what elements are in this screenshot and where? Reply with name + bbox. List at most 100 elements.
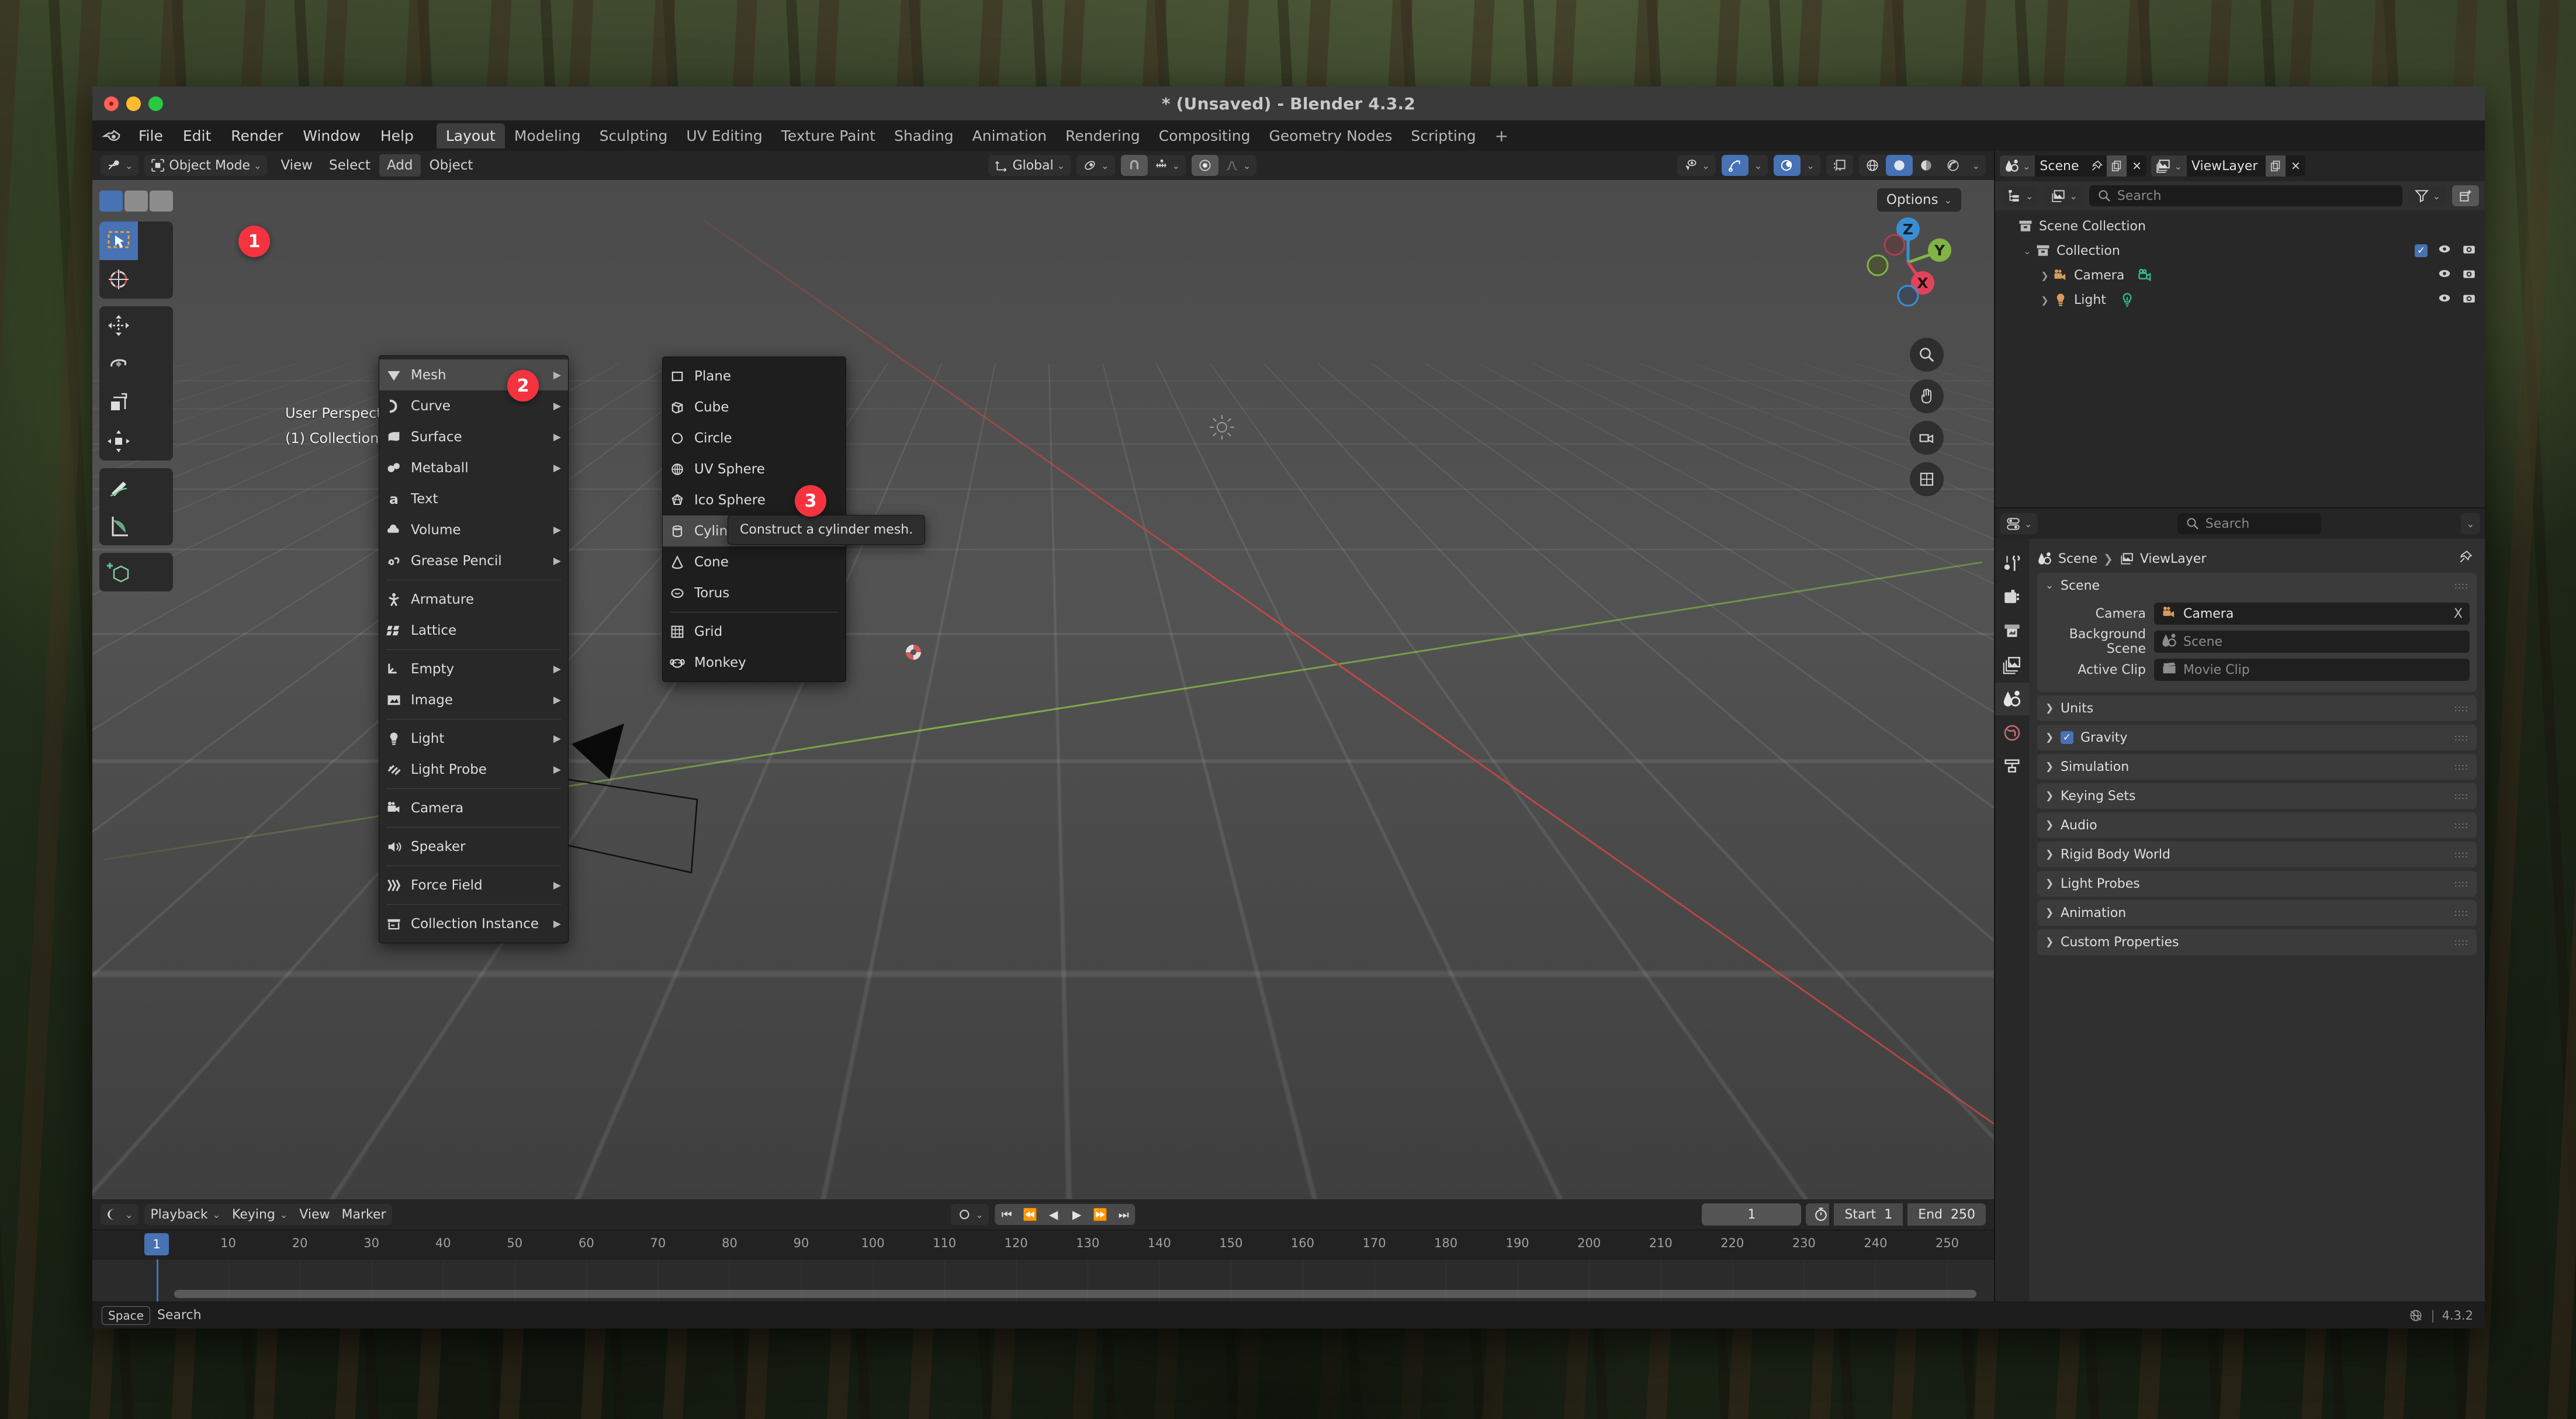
interaction-mode-dropdown[interactable]: Object Mode ⌄	[144, 155, 268, 176]
mesh-menu-uv-sphere-item[interactable]: UV Sphere	[663, 454, 846, 484]
expand-toggle-icon[interactable]: ❯	[2037, 295, 2052, 306]
tab-view-layer[interactable]	[1995, 649, 2029, 681]
outliner-exclude-checkbox[interactable]: ✓	[2415, 244, 2428, 257]
workspace-tab-geometry-nodes[interactable]: Geometry Nodes	[1260, 123, 1402, 148]
mesh-menu-torus-item[interactable]: Torus	[663, 577, 846, 608]
viewport-menu-select[interactable]: Select	[321, 154, 378, 176]
mesh-menu-cube-item[interactable]: Cube	[663, 392, 846, 423]
prop-field-background-scene[interactable]: Scene	[2154, 631, 2470, 653]
prop-field-camera[interactable]: Camera X	[2154, 603, 2470, 625]
scene-selector[interactable]: ⌄ Scene ✕	[2000, 155, 2147, 176]
zoom-view-button[interactable]	[1910, 338, 1944, 372]
new-viewlayer-button[interactable]	[2266, 155, 2286, 176]
prop-field-active-clip[interactable]: Movie Clip	[2154, 659, 2470, 681]
outliner-display-mode-dropdown[interactable]: ⌄	[2001, 185, 2040, 206]
workspace-tab-texture-paint[interactable]: Texture Paint	[772, 123, 885, 148]
add-menu-light-probe-item[interactable]: Light Probe ▶	[379, 754, 568, 785]
breadcrumb-viewlayer[interactable]: ViewLayer	[2140, 552, 2207, 566]
topbar-menu-edit[interactable]: Edit	[173, 124, 221, 148]
add-cube-tool-button[interactable]	[99, 553, 138, 591]
tab-scene[interactable]	[1995, 683, 2029, 715]
viewport-menu-view[interactable]: View	[273, 154, 320, 176]
breadcrumb-scene[interactable]: Scene	[2058, 552, 2097, 566]
outliner-disable-in-renders-toggle[interactable]	[2461, 266, 2477, 285]
snap-toggle-button[interactable]	[1120, 155, 1148, 176]
panel-header[interactable]: ❯ Animation::::	[2037, 900, 2477, 926]
annotate-tool-button[interactable]	[99, 468, 138, 507]
next-keyframe-button[interactable]: ⏩	[1089, 1204, 1112, 1225]
mesh-menu-plane-item[interactable]: Plane	[663, 361, 846, 392]
xray-toggle-button[interactable]	[1826, 155, 1853, 176]
tab-world[interactable]	[1995, 717, 2029, 749]
current-frame-field[interactable]: 1	[1702, 1203, 1802, 1226]
panel-header[interactable]: ❯ Units::::	[2037, 695, 2477, 721]
tab-tool[interactable]	[1995, 547, 2029, 580]
rendered-shading-button[interactable]	[1939, 155, 1966, 176]
timeline-menu-view[interactable]: View	[293, 1204, 335, 1225]
topbar-menu-window[interactable]: Window	[293, 124, 371, 148]
timeline-menu-keying[interactable]: Keying ⌄	[226, 1204, 293, 1225]
outliner-search-input[interactable]: Search	[2089, 185, 2402, 206]
timeline-editor-type-button[interactable]: ⌄	[101, 1204, 139, 1225]
add-menu-camera-item[interactable]: Camera	[379, 792, 568, 823]
workspace-tab-rendering[interactable]: Rendering	[1056, 123, 1149, 148]
cursor-tool-button[interactable]	[99, 260, 138, 299]
snap-settings-dropdown[interactable]: ⌄	[1147, 155, 1186, 176]
timeline-track-area[interactable]	[92, 1259, 1994, 1302]
add-menu-volume-item[interactable]: Volume ▶	[379, 514, 568, 545]
viewlayer-icon-button[interactable]: ⌄	[2151, 155, 2187, 176]
measure-tool-button[interactable]	[99, 507, 138, 545]
delete-viewlayer-button[interactable]: ✕	[2286, 155, 2305, 176]
add-menu-text-item[interactable]: a Text	[379, 483, 568, 514]
add-menu-mesh-item[interactable]: Mesh ▶	[379, 359, 568, 390]
workspace-tab-sculpting[interactable]: Sculpting	[590, 123, 677, 148]
viewport-menu-object[interactable]: Object	[422, 154, 481, 176]
add-menu-empty-item[interactable]: Empty ▶	[379, 653, 568, 684]
mesh-menu-monkey-item[interactable]: Monkey	[663, 647, 846, 678]
timeline-menu-playback[interactable]: Playback ⌄	[144, 1204, 226, 1225]
panel-header[interactable]: ❯ ✓ Gravity::::	[2037, 725, 2477, 750]
viewport-menu-add[interactable]: Add	[379, 154, 421, 176]
add-menu-collection-instance-item[interactable]: Collection Instance ▶	[379, 908, 568, 939]
outliner-disable-in-renders-toggle[interactable]	[2461, 290, 2477, 309]
outliner-disable-in-renders-toggle[interactable]	[2461, 241, 2477, 260]
jump-to-end-button[interactable]: ⏭	[1112, 1204, 1135, 1225]
add-menu-light-item[interactable]: Light ▶	[379, 723, 568, 754]
expand-toggle-icon[interactable]: ❯	[2037, 270, 2052, 281]
add-menu-lattice-item[interactable]: Lattice	[379, 615, 568, 646]
panel-header[interactable]: ❯ Audio::::	[2037, 812, 2477, 838]
pin-properties-button[interactable]	[2458, 549, 2473, 568]
proportional-editing-toggle[interactable]	[1191, 155, 1218, 176]
add-menu-force-field-item[interactable]: Force Field ▶	[379, 870, 568, 901]
properties-search-input[interactable]: Search	[2177, 513, 2322, 534]
workspace-tab-animation[interactable]: Animation	[963, 123, 1056, 148]
outliner-viewlayer-dropdown[interactable]: ⌄	[2045, 185, 2083, 206]
scene-panel-header[interactable]: ⌄ Scene ::::	[2037, 573, 2477, 598]
select-subtract-mode-button[interactable]	[150, 191, 173, 212]
outliner-item-collection[interactable]: ⌄ Collection ✓	[1995, 238, 2485, 263]
timeline-horizontal-scrollbar[interactable]	[174, 1290, 1976, 1298]
outliner-new-collection-button[interactable]	[2452, 185, 2479, 206]
add-menu-metaball-item[interactable]: Metaball ▶	[379, 452, 568, 483]
outliner-hide-in-viewport-toggle[interactable]	[2437, 290, 2452, 309]
viewlayer-selector[interactable]: ⌄ ViewLayer ✕	[2151, 155, 2306, 176]
panel-header[interactable]: ❯ Keying Sets::::	[2037, 783, 2477, 809]
visibility-dropdown[interactable]: ⌄	[1677, 155, 1716, 176]
toggle-camera-view-button[interactable]	[1910, 421, 1944, 455]
light-object[interactable]	[1209, 414, 1235, 441]
3d-viewport[interactable]: User Perspective (1) Collection Z Y X Op…	[92, 180, 1994, 1199]
transform-orientation-dropdown[interactable]: Global ⌄	[988, 155, 1071, 176]
transform-tool-button[interactable]	[99, 422, 138, 461]
viewport-options-button[interactable]: Options ⌄	[1876, 188, 1961, 212]
previous-keyframe-button[interactable]: ⏪	[1019, 1204, 1042, 1225]
show-overlays-toggle[interactable]	[1774, 155, 1801, 176]
tweak-tool-button[interactable]	[99, 221, 138, 260]
workspace-tab-uv-editing[interactable]: UV Editing	[677, 123, 771, 148]
camera-object[interactable]	[554, 724, 776, 893]
timeline-playhead[interactable]	[157, 1259, 158, 1302]
gizmo-settings-dropdown[interactable]: ⌄	[1748, 155, 1768, 176]
select-box-mode-button[interactable]	[99, 191, 123, 212]
use-preview-range-button[interactable]	[1806, 1203, 1830, 1226]
panel-header[interactable]: ❯ Light Probes::::	[2037, 871, 2477, 897]
add-workspace-button[interactable]: +	[1486, 126, 1518, 146]
